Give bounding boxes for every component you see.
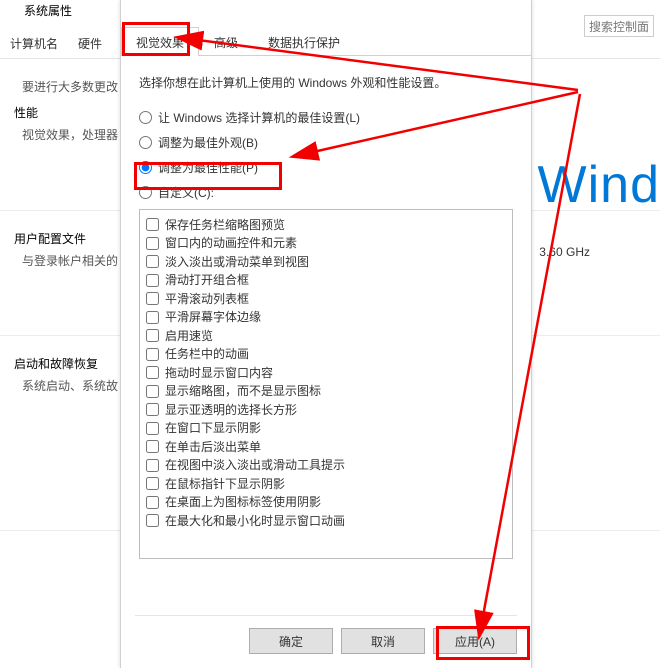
dialog-button-bar: 确定 取消 应用(A) [135,615,517,654]
ok-button[interactable]: 确定 [249,628,333,654]
bg-most-changes-label: 要进行大多数更改 [22,78,118,95]
bg-performance-sub: 视觉效果，处理器 [22,126,118,143]
option-label: 保存任务栏缩略图预览 [165,217,285,233]
option-label: 在单击后淡出菜单 [165,439,261,455]
option-checkbox[interactable] [146,459,159,472]
visual-effect-option[interactable]: 显示亚透明的选择长方形 [146,402,506,418]
visual-effect-option[interactable]: 保存任务栏缩略图预览 [146,217,506,233]
bg-startup-recovery-heading: 启动和故障恢复 [14,355,98,372]
option-checkbox[interactable] [146,311,159,324]
option-checkbox[interactable] [146,496,159,509]
option-checkbox[interactable] [146,385,159,398]
bg-user-profiles-heading: 用户配置文件 [14,230,86,247]
option-label: 在窗口下显示阴影 [165,420,261,436]
radio-input-look[interactable] [139,136,152,149]
option-label: 拖动时显示窗口内容 [165,365,273,381]
option-label: 窗口内的动画控件和元素 [165,235,297,251]
visual-effect-option[interactable]: 窗口内的动画控件和元素 [146,235,506,251]
visual-effect-option[interactable]: 平滑滚动列表框 [146,291,506,307]
radio-let-windows-choose[interactable]: 让 Windows 选择计算机的最佳设置(L) [139,109,513,126]
cpu-frequency-label: 3.60 GHz [539,245,590,259]
bg-startup-recovery-sub: 系统启动、系统故 [22,377,118,394]
visual-effect-option[interactable]: 显示缩略图，而不是显示图标 [146,383,506,399]
visual-effect-option[interactable]: 拖动时显示窗口内容 [146,365,506,381]
option-label: 任务栏中的动画 [165,346,249,362]
bg-user-profiles-sub: 与登录帐户相关的 [22,252,118,269]
option-checkbox[interactable] [146,422,159,435]
apply-button[interactable]: 应用(A) [433,628,517,654]
visual-effect-option[interactable]: 任务栏中的动画 [146,346,506,362]
visual-effect-option[interactable]: 在视图中淡入淡出或滑动工具提示 [146,457,506,473]
option-label: 在鼠标指针下显示阴影 [165,476,285,492]
option-checkbox[interactable] [146,348,159,361]
option-label: 淡入淡出或滑动菜单到视图 [165,254,309,270]
tab-dep[interactable]: 数据执行保护 [253,27,355,56]
radio-best-appearance[interactable]: 调整为最佳外观(B) [139,134,513,151]
option-label: 显示缩略图，而不是显示图标 [165,383,321,399]
option-checkbox[interactable] [146,477,159,490]
option-checkbox[interactable] [146,274,159,287]
option-checkbox[interactable] [146,218,159,231]
option-label: 启用速览 [165,328,213,344]
radio-input-perf[interactable] [139,161,152,174]
intro-text: 选择你想在此计算机上使用的 Windows 外观和性能设置。 [139,74,513,91]
visual-effect-option[interactable]: 启用速览 [146,328,506,344]
radio-custom[interactable]: 自定义(C): [139,184,513,201]
visual-effect-option[interactable]: 淡入淡出或滑动菜单到视图 [146,254,506,270]
option-checkbox[interactable] [146,514,159,527]
performance-options-dialog: 视觉效果 高级 数据执行保护 选择你想在此计算机上使用的 Windows 外观和… [120,0,532,668]
tab-advanced[interactable]: 高级 [199,27,253,56]
cancel-button[interactable]: 取消 [341,628,425,654]
option-checkbox[interactable] [146,366,159,379]
bg-tab-hardware[interactable]: 硬件 [68,30,112,58]
option-label: 平滑滚动列表框 [165,291,249,307]
option-checkbox[interactable] [146,440,159,453]
radio-input-custom[interactable] [139,186,152,199]
dlg-tabstrip: 视觉效果 高级 数据执行保护 [121,26,531,56]
radio-best-performance[interactable]: 调整为最佳性能(P) [139,159,513,176]
tab-visual-effects[interactable]: 视觉效果 [121,27,199,56]
visual-effect-option[interactable]: 在窗口下显示阴影 [146,420,506,436]
visual-effect-option[interactable]: 在单击后淡出菜单 [146,439,506,455]
visual-effect-option[interactable]: 在鼠标指针下显示阴影 [146,476,506,492]
option-checkbox[interactable] [146,403,159,416]
option-label: 平滑屏幕字体边缘 [165,309,261,325]
radio-label-perf: 调整为最佳性能(P) [158,159,258,176]
bg-window-title-frag: 系统属性 [24,2,72,19]
option-label: 显示亚透明的选择长方形 [165,402,297,418]
visual-effect-option[interactable]: 滑动打开组合框 [146,272,506,288]
visual-effect-option[interactable]: 平滑屏幕字体边缘 [146,309,506,325]
bg-performance-heading: 性能 [14,104,38,121]
visual-effect-option[interactable]: 在桌面上为图标标签使用阴影 [146,494,506,510]
option-checkbox[interactable] [146,292,159,305]
option-label: 滑动打开组合框 [165,272,249,288]
radio-label-custom: 自定义(C): [158,184,214,201]
option-checkbox[interactable] [146,237,159,250]
visual-effect-option[interactable]: 在最大化和最小化时显示窗口动画 [146,513,506,529]
option-checkbox[interactable] [146,255,159,268]
bg-tab-computer-name[interactable]: 计算机名 [0,30,68,58]
radio-input-auto[interactable] [139,111,152,124]
windows-brand-text: Wind [538,155,660,215]
option-label: 在最大化和最小化时显示窗口动画 [165,513,345,529]
radio-label-look: 调整为最佳外观(B) [158,134,258,151]
option-checkbox[interactable] [146,329,159,342]
radio-label-auto: 让 Windows 选择计算机的最佳设置(L) [158,109,360,126]
visual-effects-options-list[interactable]: 保存任务栏缩略图预览窗口内的动画控件和元素淡入淡出或滑动菜单到视图滑动打开组合框… [139,209,513,559]
option-label: 在桌面上为图标标签使用阴影 [165,494,321,510]
option-label: 在视图中淡入淡出或滑动工具提示 [165,457,345,473]
